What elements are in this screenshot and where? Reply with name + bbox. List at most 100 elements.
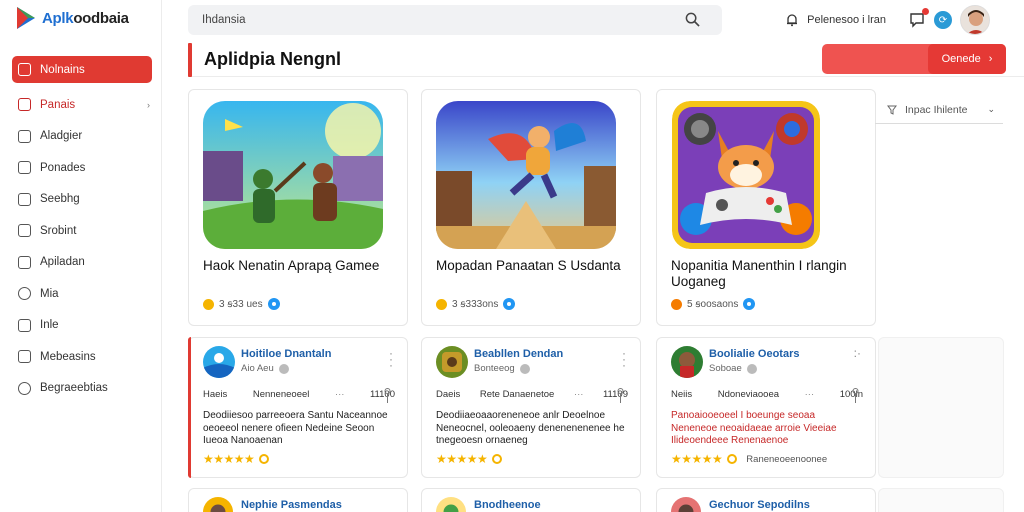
search-input[interactable]: Ihdansia	[188, 5, 722, 35]
square-icon	[18, 224, 31, 238]
flying-hero-game-icon	[436, 101, 616, 249]
sidebar-item-5[interactable]: Seebhg	[0, 184, 162, 216]
banner-action[interactable]: Oenede ›	[822, 44, 1006, 74]
featured-title[interactable]: Nopanitia Manenthin I rlangin Uoganeg	[671, 258, 861, 290]
folder-icon	[18, 129, 31, 143]
app-icon	[671, 497, 701, 512]
list-item-title[interactable]: Nephie Pasmendas	[241, 499, 342, 511]
sidebar-item-4[interactable]: Ponades	[0, 152, 162, 184]
featured-title[interactable]: Mopadan Panaatan S Usdanta	[436, 258, 626, 274]
app-icon	[436, 346, 468, 378]
more-vertical-icon[interactable]: · · ·	[389, 347, 393, 371]
list-item-title[interactable]: Boolialie Oeotars	[709, 348, 799, 360]
info-icon	[278, 363, 289, 374]
sidebar-item-6[interactable]: Srobint	[0, 215, 162, 247]
notification-dot	[922, 8, 929, 15]
header-actions: Pelenesoo i lran ⟳	[785, 4, 990, 36]
list-item-title[interactable]: Hoitiloe Dnantaln	[241, 348, 331, 360]
sidebar-item-label: Ponades	[40, 161, 86, 174]
sidebar-item-8[interactable]: Mia	[0, 278, 162, 310]
list-item-title[interactable]: Beabllen Dendan	[474, 348, 563, 360]
sidebar-item-label: Panais	[40, 98, 76, 111]
list-item-description: Deodiiesoo parreeoera Santu Naceannoe oe…	[203, 410, 388, 446]
rating-badge-icon	[492, 454, 503, 464]
list-item[interactable]: Beabllen Dendan Bonteeog · · · Daeis Rete D…	[421, 337, 641, 478]
placeholder-card	[878, 488, 1004, 512]
filter-label: Inpac Ihilente	[905, 103, 968, 116]
list-item-title[interactable]: Bnodheenoe	[474, 499, 541, 511]
featured-card[interactable]: Haok Nenatin Aprapą Gamee 3 ꞩ33 ues	[188, 89, 408, 326]
sidebar-item-label: Nolnains	[40, 63, 85, 76]
pin-icon[interactable]	[384, 388, 391, 404]
list-item[interactable]: Boolialie Oeotars Soboae :· Neiis Ndonevi…	[656, 337, 876, 478]
list-item-subtitle: Soboae	[709, 363, 757, 374]
avatar[interactable]	[960, 5, 990, 35]
user-name[interactable]: Pelenesoo i lran	[807, 14, 886, 26]
featured-card[interactable]: Mopadan Panaatan S Usdanta 3 ꞩ333ons	[421, 89, 641, 326]
pin-icon[interactable]	[617, 388, 624, 404]
sidebar-item-1[interactable]: Nolnains	[12, 56, 152, 83]
sidebar-item-3[interactable]: Aladgier	[0, 121, 162, 153]
play-logo-icon	[17, 7, 35, 29]
featured-meta: 3 ꞩ33 ues	[203, 298, 280, 310]
fox-controller-game-icon	[672, 101, 820, 249]
featured-title[interactable]: Haok Nenatin Aprapą Gamee	[203, 258, 393, 274]
more-vertical-icon[interactable]: · · ·	[622, 347, 626, 371]
sidebar-item-9[interactable]: Inle	[0, 310, 162, 342]
rating-stars: ★★★★★ Raneneoeenoonee	[671, 452, 828, 466]
list-item-subtitle: Aio Aeu	[241, 363, 289, 374]
bookmark-icon	[18, 350, 31, 364]
featured-meta-text: 5 ꞩoosaons	[687, 298, 739, 310]
featured-meta: 3 ꞩ333ons	[436, 298, 516, 310]
edit-icon	[18, 192, 31, 206]
coin-icon	[671, 298, 682, 310]
coin-icon	[203, 298, 214, 310]
coin-icon	[436, 298, 447, 310]
app-logo[interactable]: Aplkoodbaia	[14, 4, 129, 32]
list-item[interactable]: Hoitiloe Dnantaln Aio Aeu · · · Haeis Nenne…	[188, 337, 408, 478]
rating-badge-icon	[259, 454, 270, 464]
app-logo-text: Aplkoodbaia	[42, 9, 129, 27]
page-title: Aplidpia Nengnl	[204, 49, 341, 69]
search-icon[interactable]	[685, 12, 700, 27]
list-item-row: Neiis Ndoneviaooea ··· 100ln	[671, 389, 863, 400]
chevron-right-icon: ›	[147, 99, 150, 110]
bell-icon[interactable]	[785, 13, 799, 27]
filter-dropdown[interactable]: Inpac Ihilente ⌄	[875, 96, 1003, 124]
rating-stars: ★★★★★	[203, 452, 270, 466]
battle-game-icon	[203, 101, 383, 249]
list-item[interactable]: Gechuor Sepodilns	[656, 488, 876, 512]
sidebar: Aplkoodbaia Nolnains Panais › Aladgier Ponad…	[0, 0, 162, 512]
tool-icon	[18, 318, 31, 332]
banner-action-button[interactable]: Oenede ›	[928, 44, 1006, 74]
chevron-down-icon: ⌄	[987, 104, 995, 114]
sidebar-item-7[interactable]: Apiladan	[0, 247, 162, 279]
grid-icon	[18, 98, 31, 112]
accent-bar	[188, 43, 192, 77]
sync-icon[interactable]: ⟳	[934, 11, 952, 29]
pin-icon[interactable]	[852, 388, 859, 404]
info-icon	[746, 363, 757, 374]
featured-meta-text: 3 ꞩ33 ues	[219, 298, 263, 310]
top-header: Ihdansia Pelenesoo i lran ⟳	[162, 0, 1024, 40]
featured-card[interactable]: Nopanitia Manenthin I rlangin Uoganeg 5 …	[656, 89, 876, 326]
featured-meta-text: 3 ꞩ333ons	[452, 298, 499, 310]
filter-icon	[887, 105, 897, 115]
sidebar-item-10[interactable]: Mebeasins	[0, 341, 162, 373]
list-item-title[interactable]: Gechuor Sepodilns	[709, 499, 810, 511]
sidebar-item-11[interactable]: Begraeebtias	[0, 373, 162, 405]
sidebar-item-2[interactable]: Panais ›	[0, 89, 162, 121]
verified-icon	[743, 298, 756, 310]
list-icon	[18, 255, 31, 269]
verified-icon	[267, 298, 280, 310]
list-item[interactable]: Bnodheenoe	[421, 488, 641, 512]
list-item[interactable]: Nephie Pasmendas	[188, 488, 408, 512]
home-icon	[18, 63, 31, 76]
more-grid-icon[interactable]: :·	[854, 347, 861, 359]
list-item-description: Deodiiaeoaaoreneneoe anlr Deoelnoe Neneo…	[436, 410, 625, 446]
app-root: Aplkoodbaia Nolnains Panais › Aladgier Ponad…	[0, 0, 1024, 512]
list-item-row: Daeis Rete Danaenetoe ··· 11109	[436, 389, 628, 400]
chevron-right-icon: ›	[988, 53, 993, 65]
verified-icon	[503, 298, 516, 310]
chat-button[interactable]	[908, 8, 929, 29]
